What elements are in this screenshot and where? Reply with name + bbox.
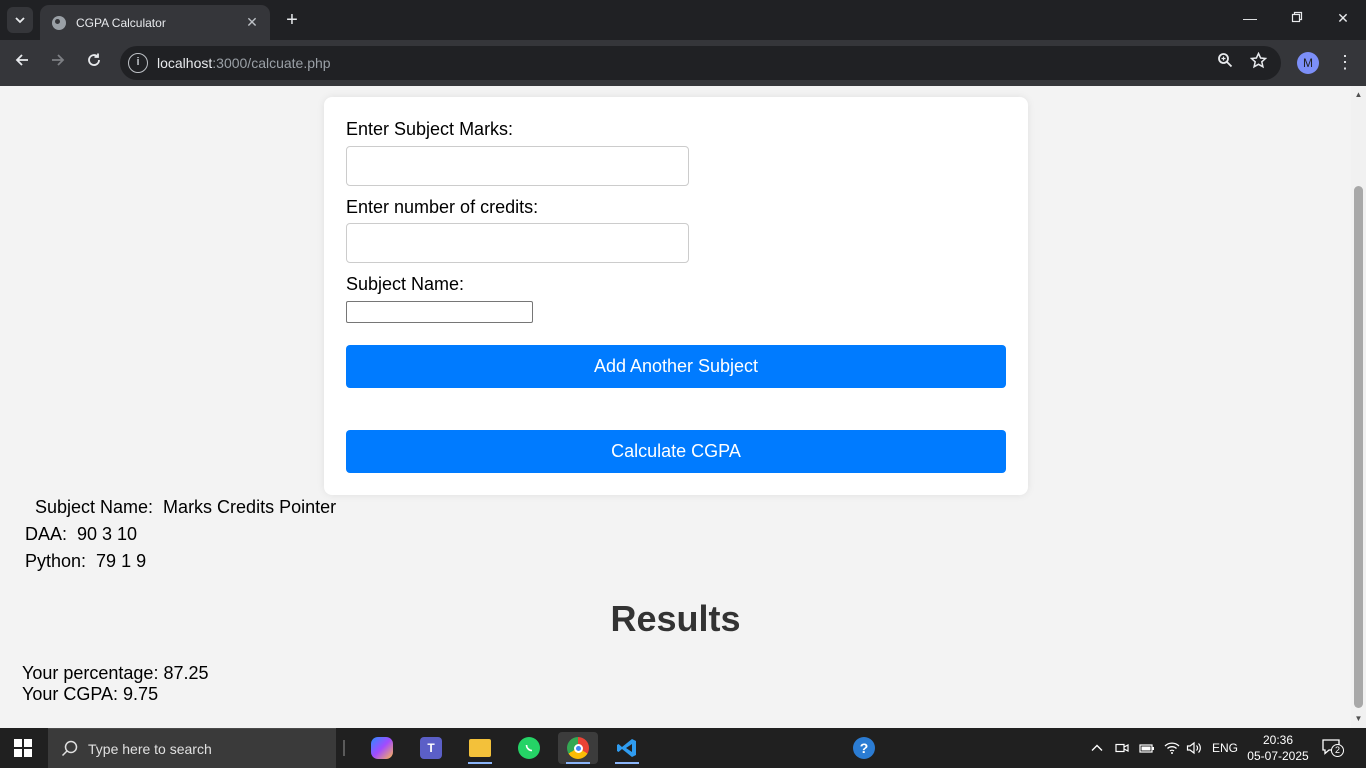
- subject-name-label: Subject Name:: [346, 274, 465, 294]
- zoom-icon[interactable]: [1214, 52, 1236, 74]
- browser-toolbar: i localhost:3000/calcuate.php M ⋮: [0, 40, 1366, 86]
- credits-label: Enter number of credits:: [346, 197, 539, 217]
- cgpa-result: Your CGPA: 9.75: [22, 684, 159, 704]
- restore-icon: [1291, 11, 1303, 23]
- site-info-icon[interactable]: i: [128, 53, 148, 73]
- clock-date: 05-07-2025: [1247, 749, 1309, 763]
- taskbar-divider: [343, 740, 345, 756]
- subject-row: Python: 79 1 9: [25, 551, 147, 571]
- restore-button[interactable]: [1287, 10, 1307, 26]
- close-icon[interactable]: ✕: [244, 14, 260, 31]
- copilot-icon: [371, 737, 393, 759]
- chrome-icon: [567, 737, 589, 759]
- address-bar[interactable]: i localhost:3000/calcuate.php: [120, 46, 1281, 80]
- calculate-cgpa-button[interactable]: Calculate CGPA: [346, 430, 1006, 473]
- chevron-up-icon: [1091, 744, 1103, 751]
- teams-app[interactable]: T: [411, 732, 451, 764]
- help-icon: ?: [853, 737, 875, 759]
- tab-search-button[interactable]: [7, 7, 33, 33]
- add-subject-button[interactable]: Add Another Subject: [346, 345, 1006, 388]
- wifi-icon[interactable]: [1164, 728, 1180, 768]
- scroll-up-arrow-icon[interactable]: ▲: [1354, 90, 1363, 99]
- show-hidden-icons-button[interactable]: [1090, 728, 1104, 768]
- teams-icon: T: [420, 737, 442, 759]
- copilot-app[interactable]: [362, 732, 402, 764]
- app-open-indicator: [615, 762, 639, 764]
- percentage-result: Your percentage: 87.25: [22, 663, 209, 683]
- page-viewport: Enter Subject Marks: Enter number of cre…: [0, 86, 1351, 728]
- close-window-button[interactable]: ✕: [1333, 10, 1353, 27]
- vscode-icon: [616, 737, 638, 759]
- arrow-right-icon: [52, 54, 65, 66]
- tab-title: CGPA Calculator: [76, 15, 166, 30]
- credits-input[interactable]: [346, 223, 689, 263]
- volume-icon[interactable]: [1186, 728, 1202, 768]
- browser-tab-bar: CGPA Calculator ✕ + — ✕: [0, 0, 1366, 40]
- scroll-down-arrow-icon[interactable]: ▼: [1354, 714, 1363, 723]
- battery-icon[interactable]: [1139, 728, 1155, 768]
- search-placeholder: Type here to search: [88, 741, 212, 757]
- page-scrollbar[interactable]: ▲ ▼: [1351, 86, 1366, 728]
- url-text: localhost:3000/calcuate.php: [157, 55, 331, 71]
- forward-button[interactable]: [47, 52, 69, 74]
- new-tab-button[interactable]: +: [282, 9, 302, 31]
- folder-icon: [469, 739, 491, 757]
- meet-now-icon[interactable]: [1115, 728, 1129, 768]
- subject-name-input[interactable]: [346, 301, 533, 323]
- marks-label: Enter Subject Marks:: [346, 119, 514, 139]
- subject-row: DAA: 90 3 10: [25, 524, 138, 544]
- file-explorer-app[interactable]: [460, 732, 500, 764]
- app-open-indicator: [468, 762, 492, 764]
- whatsapp-app[interactable]: [509, 732, 549, 764]
- notification-center-button[interactable]: 2: [1322, 738, 1348, 758]
- more-menu-icon[interactable]: ⋮: [1336, 51, 1354, 73]
- results-heading: Results: [610, 598, 741, 639]
- whatsapp-icon: [518, 737, 540, 759]
- subjects-header: Subject Name: Marks Credits Pointer: [30, 497, 337, 517]
- scrollbar-thumb[interactable]: [1354, 186, 1363, 708]
- globe-icon: [52, 15, 66, 30]
- bookmark-star-icon[interactable]: [1247, 51, 1269, 74]
- marks-input[interactable]: [346, 146, 689, 186]
- reload-icon: [88, 53, 100, 66]
- taskbar-search-box[interactable]: Type here to search: [48, 728, 336, 768]
- vscode-app[interactable]: [607, 732, 647, 764]
- chevron-down-icon: [15, 17, 25, 24]
- windows-taskbar: Type here to search T ? ENG 20:36 05-07-…: [0, 728, 1366, 768]
- notification-count-badge: 2: [1331, 744, 1344, 757]
- cgpa-form-card: Enter Subject Marks: Enter number of cre…: [324, 97, 1028, 495]
- browser-tab[interactable]: CGPA Calculator ✕: [40, 5, 270, 40]
- profile-avatar[interactable]: M: [1297, 52, 1319, 74]
- taskbar-clock[interactable]: 20:36 05-07-2025: [1240, 732, 1316, 764]
- back-button[interactable]: [11, 52, 33, 74]
- get-help-app[interactable]: ?: [844, 732, 884, 764]
- reload-button[interactable]: [83, 52, 105, 74]
- chrome-app[interactable]: [558, 732, 598, 764]
- windows-start-button[interactable]: [14, 739, 32, 757]
- clock-time: 20:36: [1262, 733, 1294, 747]
- minimize-button[interactable]: —: [1240, 10, 1260, 26]
- app-open-indicator: [566, 762, 590, 764]
- language-indicator[interactable]: ENG: [1212, 728, 1238, 768]
- search-icon: [61, 740, 78, 757]
- arrow-left-icon: [15, 54, 28, 66]
